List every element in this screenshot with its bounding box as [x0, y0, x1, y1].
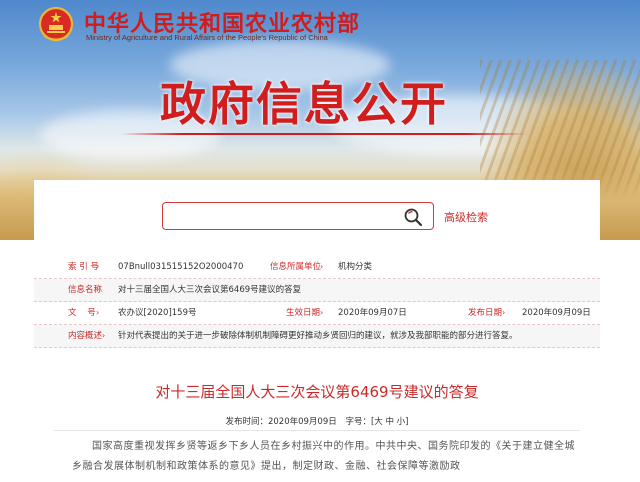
publish-date-label: 发布日期	[468, 308, 503, 318]
site-subtitle: Ministry of Agriculture and Rural Affair…	[86, 33, 328, 42]
meta-row-summary: 内容概述 › 针对代表提出的关于进一步破除体制机制障碍更好推动乡贤回归的建议，就…	[34, 325, 600, 348]
summary-label: 内容概述	[68, 331, 103, 341]
separator-icon: ›	[96, 285, 100, 294]
search-icon[interactable]	[403, 207, 423, 227]
doc-number-label: 文 号	[68, 308, 96, 318]
doc-number-value: 农办议[2020]159号	[118, 308, 197, 318]
separator-icon: ›	[102, 331, 106, 340]
effective-date-value: 2020年09月07日	[338, 308, 407, 318]
meta-row-name: 信息名称 › 对十三届全国人大三次会议第6469号建议的答复	[34, 279, 600, 302]
separator-icon: ›	[96, 308, 100, 317]
publish-time: 发布时间：2020年09月09日	[225, 417, 337, 427]
search-input[interactable]	[169, 206, 389, 226]
advanced-search-link[interactable]: 高级检索	[444, 209, 488, 225]
document-title: 对十三届全国人大三次会议第6469号建议的答复	[155, 383, 479, 401]
separator-icon: ›	[320, 262, 324, 271]
document-body: 国家高度重视发挥乡贤等返乡下乡人员在乡村振兴中的作用。中共中央、国务院印发的《关…	[72, 441, 575, 472]
issuing-unit-label: 信息所属单位	[270, 262, 322, 272]
meta-row-index: 索 引 号 › 07Bnull031515152O2000470 信息所属单位 …	[34, 256, 600, 279]
index-number-value: 07Bnull031515152O2000470	[118, 262, 244, 272]
content-panel: 高级检索 索 引 号 › 07Bnull031515152O2000470 信息…	[34, 180, 600, 482]
search-box[interactable]	[162, 202, 434, 230]
national-emblem-icon[interactable]	[38, 6, 74, 44]
document-meta-line: 发布时间：2020年09月09日 字号：[大 中 小]	[34, 415, 600, 427]
effective-date-label: 生效日期	[286, 308, 321, 318]
issuing-unit-value: 机构分类	[338, 262, 373, 272]
banner-heading: 政府信息公开	[160, 77, 448, 131]
publish-date-value: 2020年09月09日	[522, 308, 591, 318]
separator-icon: ›	[96, 262, 100, 271]
info-name-value: 对十三届全国人大三次会议第6469号建议的答复	[118, 285, 302, 295]
separator-icon: ›	[320, 308, 324, 317]
document-metadata-table: 索 引 号 › 07Bnull031515152O2000470 信息所属单位 …	[34, 256, 600, 348]
summary-value: 针对代表提出的关于进一步破除体制机制障碍更好推动乡贤回归的建议，就涉及我部职能的…	[118, 331, 518, 341]
document-divider	[54, 430, 580, 431]
separator-icon: ›	[502, 308, 506, 317]
heading-divider	[120, 133, 528, 135]
font-size-selector[interactable]: 字号：[大 中 小]	[345, 417, 408, 427]
meta-row-doc-number: 文 号 › 农办议[2020]159号 生效日期 › 2020年09月07日 发…	[34, 302, 600, 325]
index-number-label: 索 引 号	[68, 262, 99, 272]
